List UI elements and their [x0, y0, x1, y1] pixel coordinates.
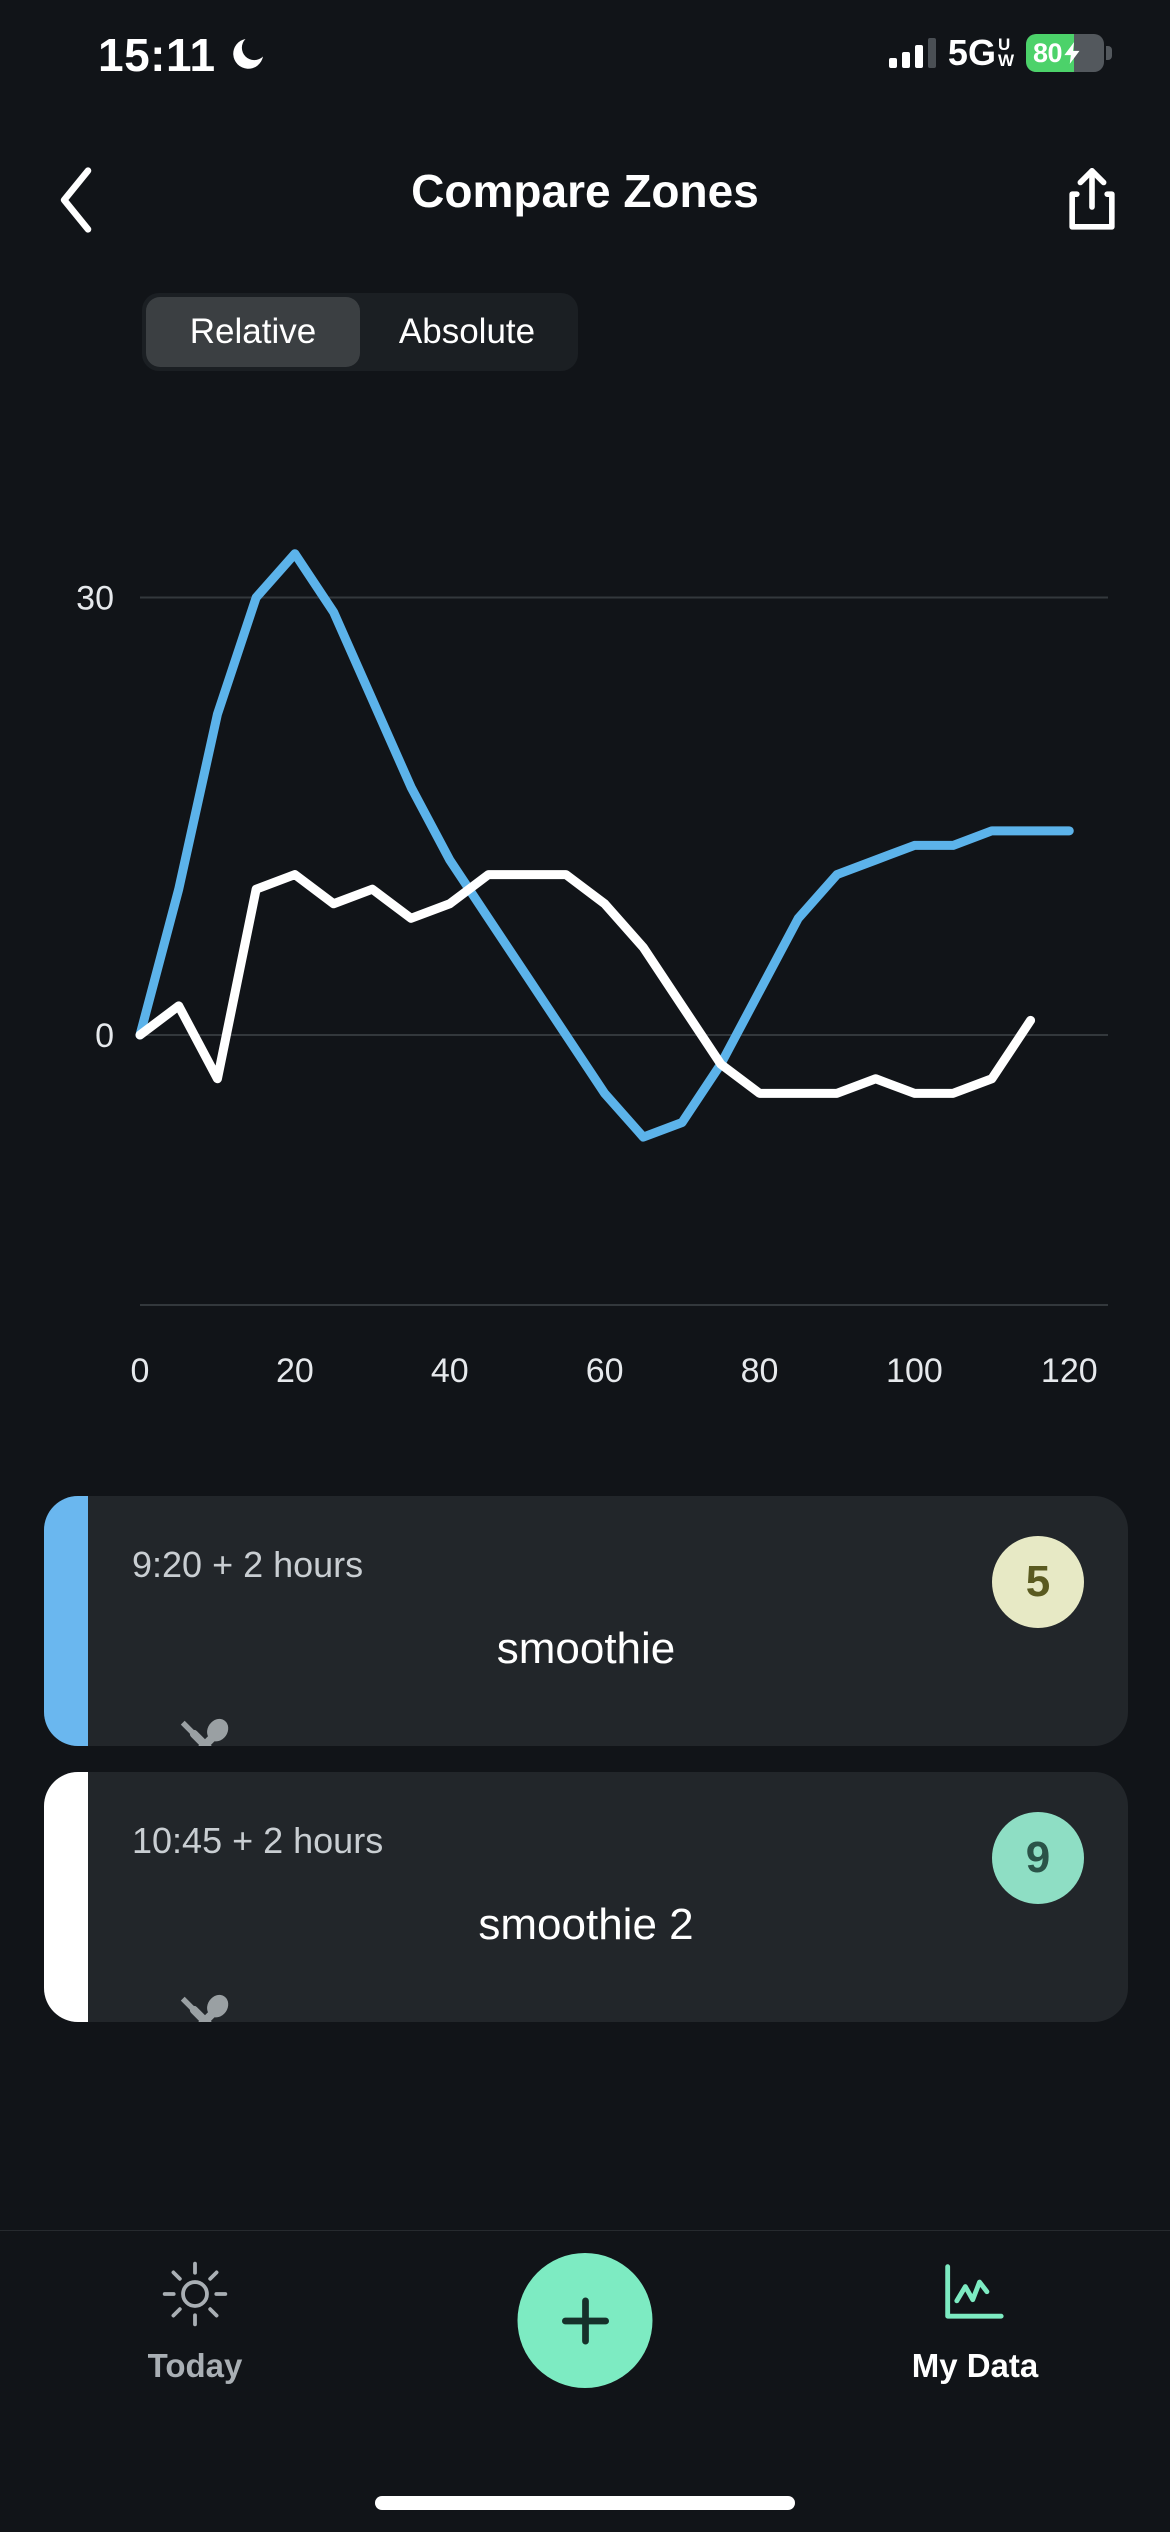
tab-mydata-label: My Data — [911, 2347, 1039, 2384]
sun-icon — [162, 2261, 228, 2327]
navigation-bar: Compare Zones — [0, 150, 1170, 260]
segment-absolute[interactable]: Absolute — [360, 297, 574, 367]
network-suffix-bottom: W — [997, 51, 1014, 70]
charging-bolt-icon — [1064, 42, 1080, 64]
tab-today[interactable]: Today — [45, 2259, 345, 2385]
chart-series-line — [135, 549, 1074, 1142]
battery-icon: 80 — [1026, 34, 1104, 72]
x-axis-tick-label: 20 — [276, 1352, 314, 1390]
entry-time: 10:45 + 2 hours — [132, 1820, 384, 1861]
entry-card[interactable]: 9:20 + 2 hours smoothie 5 — [44, 1496, 1128, 1746]
entry-name: smoothie 2 — [478, 1900, 694, 1949]
share-button[interactable] — [1052, 158, 1132, 242]
entry-score-badge: 5 — [992, 1536, 1084, 1628]
home-indicator — [375, 2496, 795, 2510]
moon-icon — [233, 39, 263, 69]
entry-score-value: 9 — [1025, 1833, 1051, 1882]
plus-icon — [561, 2296, 609, 2345]
tab-mydata[interactable]: My Data — [825, 2259, 1125, 2385]
chart-canvas: 0 30 0 20 40 60 80 100 120 — [76, 549, 1108, 1390]
entry-score-badge: 9 — [992, 1812, 1084, 1904]
mode-segmented-control[interactable]: Relative Absolute — [142, 293, 578, 371]
network-type-label: 5G U W — [948, 32, 1014, 74]
battery-percent-label: 80 — [1033, 37, 1063, 68]
x-axis-tick-label: 80 — [741, 1352, 779, 1390]
network-type-text: 5G — [947, 32, 996, 73]
x-axis-tick-label: 100 — [886, 1352, 943, 1390]
x-axis-tick-label: 60 — [586, 1352, 624, 1390]
share-icon — [1069, 168, 1115, 230]
y-axis-tick-label: 30 — [76, 580, 114, 618]
entry-name: smoothie — [496, 1624, 676, 1673]
x-axis-tick-label: 120 — [1041, 1352, 1098, 1390]
status-bar: 15:11 5G U W 80 — [0, 0, 1170, 120]
bottom-tab-bar: Today My Data — [0, 2230, 1170, 2532]
utensils-icon — [180, 1994, 229, 2022]
compare-zones-chart[interactable]: 0 30 0 20 40 60 80 100 120 — [0, 470, 1170, 1420]
x-axis-tick-label: 40 — [431, 1352, 469, 1390]
entry-time: 9:20 + 2 hours — [132, 1544, 364, 1585]
status-right-cluster: 5G U W 80 — [888, 30, 1112, 76]
status-time: 15:11 — [98, 29, 216, 81]
app-screen: 15:11 5G U W 80 Compare Zones Relative A… — [0, 0, 1170, 2532]
tab-today-label: Today — [147, 2347, 243, 2384]
utensils-icon — [180, 1718, 229, 1746]
page-title: Compare Zones — [411, 165, 759, 217]
y-axis-tick-label: 0 — [95, 1017, 114, 1055]
add-entry-button[interactable] — [517, 2253, 653, 2388]
segment-relative[interactable]: Relative — [146, 297, 360, 367]
entry-card[interactable]: 10:45 + 2 hours smoothie 2 9 — [44, 1772, 1128, 2022]
x-axis-tick-label: 0 — [131, 1352, 150, 1390]
entry-score-value: 5 — [1025, 1557, 1051, 1606]
chart-line-icon — [945, 2264, 1004, 2319]
cellular-signal-icon — [888, 38, 936, 68]
